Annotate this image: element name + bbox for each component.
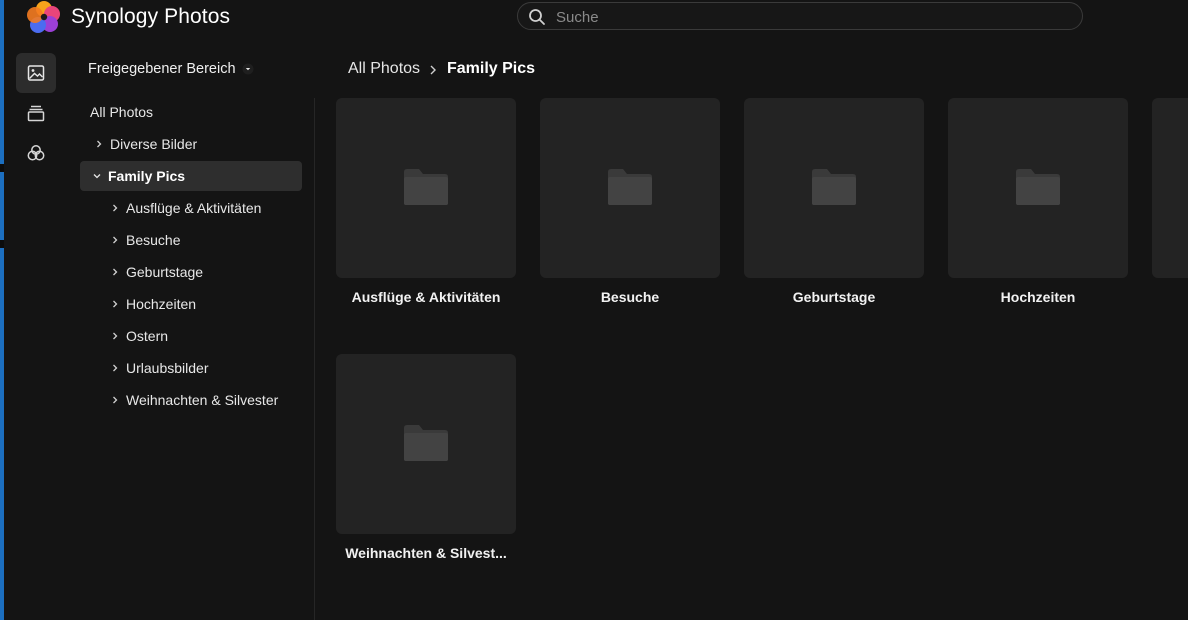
chevron-right-icon[interactable] — [110, 331, 120, 341]
folder-icon — [404, 425, 448, 461]
rail-sharing-button[interactable] — [16, 133, 56, 173]
tree-item-label: Besuche — [126, 232, 181, 248]
folder-tile-partial[interactable] — [1152, 98, 1188, 278]
folder-icon — [812, 169, 856, 205]
shared-space-icon — [27, 145, 45, 161]
folder-thumbnail[interactable] — [336, 354, 516, 534]
tree-item-label: Hochzeiten — [126, 296, 197, 312]
tree-item-label: Geburtstage — [126, 264, 204, 280]
breadcrumb-chevron-icon — [430, 65, 436, 75]
tree-item-ausfluege[interactable]: Ausflüge & Aktivitäten — [80, 193, 302, 223]
chevron-right-icon[interactable] — [94, 139, 104, 149]
synology-photos-logo — [27, 1, 60, 33]
albums-icon — [27, 105, 45, 122]
breadcrumb-current: Family Pics — [447, 60, 536, 77]
desktop-edge — [0, 0, 4, 620]
folder-thumbnail[interactable] — [948, 98, 1128, 278]
tree-item-weihnachten[interactable]: Weihnachten & Silvester — [80, 385, 302, 415]
tree-item-ostern[interactable]: Ostern — [80, 321, 302, 351]
folder-thumbnail[interactable] — [540, 98, 720, 278]
rail-albums-button[interactable] — [16, 93, 56, 133]
tree-item-label: Diverse Bilder — [110, 136, 198, 152]
folder-icon — [404, 169, 448, 205]
folder-tile[interactable]: Hochzeiten — [948, 98, 1128, 305]
rail-photos-button[interactable] — [16, 53, 56, 93]
tree-item-urlaubsbilder[interactable]: Urlaubsbilder — [80, 353, 302, 383]
folder-label: Besuche — [600, 289, 660, 305]
tree-item-label: Urlaubsbilder — [126, 360, 209, 376]
chevron-right-icon[interactable] — [110, 267, 120, 277]
caret-down-icon — [242, 63, 254, 75]
tree-item-geburtstage[interactable]: Geburtstage — [80, 257, 302, 287]
folder-label: Ausflüge & Aktivitäten — [351, 289, 501, 305]
search-bar[interactable] — [517, 2, 1083, 30]
tree-item-label: Ostern — [126, 328, 169, 344]
chevron-right-icon[interactable] — [110, 395, 120, 405]
folder-tile[interactable]: Ausflüge & Aktivitäten — [336, 98, 516, 305]
search-input[interactable] — [554, 5, 1058, 29]
tree-item-label: Weihnachten & Silvester — [126, 392, 279, 408]
folder-thumbnail[interactable] — [744, 98, 924, 278]
breadcrumb-all-photos[interactable]: All Photos — [348, 60, 420, 78]
folder-icon — [608, 169, 652, 205]
folder-tile[interactable]: Weihnachten & Silvest... — [336, 354, 516, 561]
tree-item-label: Family Pics — [108, 168, 186, 184]
space-selector[interactable]: Freigegebener Bereich — [88, 61, 254, 77]
chevron-right-icon[interactable] — [110, 203, 120, 213]
app-title: Synology Photos — [71, 5, 231, 28]
tree-item-label: All Photos — [90, 104, 154, 120]
folder-label: Geburtstage — [792, 289, 876, 305]
tree-item-all-photos[interactable]: All Photos — [80, 97, 302, 127]
folder-label: Hochzeiten — [1000, 289, 1076, 305]
tree-item-hochzeiten[interactable]: Hochzeiten — [80, 289, 302, 319]
folder-tile[interactable]: Besuche — [540, 98, 720, 305]
image-icon — [27, 65, 45, 81]
tree-item-diverse-bilder[interactable]: Diverse Bilder — [80, 129, 302, 159]
tree-item-family-pics[interactable]: Family Pics — [80, 161, 302, 191]
chevron-right-icon[interactable] — [110, 363, 120, 373]
folder-label: Weihnachten & Silvest... — [345, 545, 507, 561]
folder-thumbnail[interactable] — [336, 98, 516, 278]
panel-divider[interactable] — [314, 98, 315, 620]
tree-item-label: Ausflüge & Aktivitäten — [126, 200, 262, 216]
chevron-down-icon[interactable] — [92, 171, 102, 181]
space-selector-label: Freigegebener Bereich — [88, 61, 236, 77]
search-icon — [529, 9, 545, 25]
tree-item-besuche[interactable]: Besuche — [80, 225, 302, 255]
chevron-right-icon[interactable] — [110, 235, 120, 245]
folder-icon — [1016, 169, 1060, 205]
chevron-right-icon[interactable] — [110, 299, 120, 309]
folder-tile[interactable]: Geburtstage — [744, 98, 924, 305]
